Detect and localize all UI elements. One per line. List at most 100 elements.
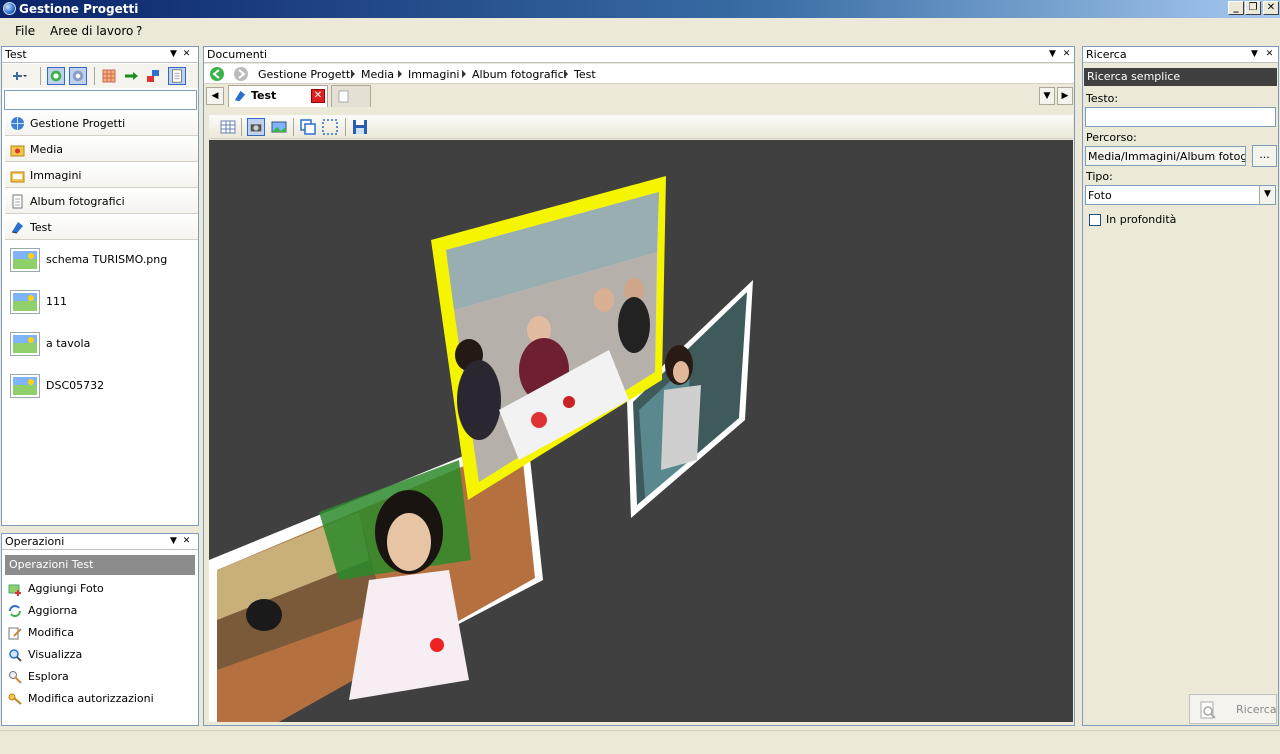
settings-gear-icon[interactable] [69,67,87,85]
panel-menu-icon[interactable]: ▼ [1047,49,1058,60]
nav-item-immagini[interactable]: Immagini [5,163,198,188]
breadcrumb-test[interactable]: Test [574,68,596,81]
panel-menu-icon[interactable]: ▼ [1249,49,1260,60]
breadcrumb-separator-icon [351,70,355,78]
navigator-panel-header: Test ▼ ✕ [2,47,198,63]
file-item[interactable]: schema TURISMO.png [10,248,190,276]
menu-workspaces[interactable]: Aree di lavoro [50,24,133,38]
grid-view-icon[interactable] [100,67,118,85]
move-right-icon[interactable] [122,67,140,85]
nav-item-label: Album fotografici [30,195,125,208]
minimize-button[interactable]: _ [1228,1,1244,15]
media-folder-icon [10,145,25,157]
search-button[interactable]: Ricerca [1189,694,1277,724]
panel-close-icon[interactable]: ✕ [181,536,192,547]
image-thumbnail-icon [10,248,40,272]
tools-dropdown-icon[interactable] [10,67,28,85]
refresh-icon [9,605,21,617]
op-modifica-autorizzazioni[interactable]: Modifica autorizzazioni [8,690,188,708]
chevron-down-icon[interactable]: ▼ [1259,186,1275,204]
breadcrumb-immagini[interactable]: Immagini [408,68,459,81]
image-thumbnail-icon [10,374,40,398]
add-photo-icon [8,584,21,596]
nav-item-label: Immagini [30,169,82,182]
op-label: Modifica [28,626,74,639]
op-label: Esplora [28,670,69,683]
breadcrumb-album-fotografici[interactable]: Album fotografici [472,68,567,81]
document-icon [12,194,23,209]
panel-menu-icon[interactable]: ▼ [168,536,179,547]
back-arrow-icon[interactable] [209,66,225,82]
tab-scroll-right-icon[interactable]: ▶ [1057,87,1073,105]
file-item-label: DSC05732 [46,379,105,392]
images-folder-icon [10,171,25,183]
panel-close-icon[interactable]: ✕ [181,49,192,60]
documents-panel: Documenti ▼ ✕ Gestione Progetti Media Im… [203,46,1075,726]
op-label: Aggiungi Foto [28,582,104,595]
file-item[interactable]: a tavola [10,332,190,360]
nav-item-test[interactable]: Test [5,215,198,240]
select-area-icon[interactable] [321,118,339,136]
type-select[interactable]: Foto [1085,185,1276,205]
nav-item-label: Test [30,221,52,234]
file-item-label: schema TURISMO.png [46,253,168,266]
refresh-green-icon[interactable] [47,67,65,85]
grid-view-icon[interactable] [219,118,237,136]
tab-scroll-left-icon[interactable]: ◀ [206,87,224,105]
search-text-input[interactable] [1085,107,1276,127]
close-button[interactable]: ✕ [1263,1,1279,15]
3d-gallery-icon[interactable] [247,118,265,136]
tab-list-dropdown-icon[interactable]: ▼ [1039,87,1055,105]
page-icon[interactable] [168,67,186,85]
nav-item-album-fotografici[interactable]: Album fotografici [5,189,198,214]
nav-item-gestione-progetti[interactable]: Gestione Progetti [5,111,198,136]
image-thumbnail-icon [10,290,40,314]
path-field-label: Percorso: [1086,131,1137,144]
globe-icon [11,117,24,130]
breadcrumb-gestione-progetti[interactable]: Gestione Progetti [258,68,353,81]
restore-button[interactable]: ❐ [1245,1,1261,15]
op-esplora[interactable]: Esplora [8,668,188,686]
operations-section-header: Operazioni Test [5,555,195,575]
search-panel-header: Ricerca ▼ ✕ [1083,47,1278,63]
documents-panel-title: Documenti [207,48,268,61]
op-visualizza[interactable]: Visualizza [8,646,188,664]
window-title-bar[interactable]: Gestione Progetti _ ❐ ✕ [0,0,1280,18]
cascade-windows-icon[interactable] [299,118,317,136]
status-bar [0,730,1280,754]
panel-close-icon[interactable]: ✕ [1061,49,1072,60]
panel-close-icon[interactable]: ✕ [1264,49,1275,60]
image-thumbnail-icon [10,332,40,356]
op-label: Aggiorna [28,604,78,617]
transfer-icon[interactable] [144,67,162,85]
navigator-search-input[interactable] [4,90,197,110]
explore-icon [9,671,22,684]
breadcrumb-media[interactable]: Media [361,68,394,81]
navigator-panel-title: Test [5,48,27,61]
image-view-icon[interactable] [270,118,288,136]
menu-help[interactable]: ? [136,24,142,38]
panel-menu-icon[interactable]: ▼ [168,49,179,60]
op-modifica[interactable]: Modifica [8,624,188,642]
globe-icon [3,2,16,15]
view-icon [9,649,22,662]
op-aggiorna[interactable]: Aggiorna [8,602,188,620]
photo-3d-viewer[interactable] [209,140,1073,722]
document-tab-strip: ◀ Test ✕ ▼ ▶ [204,85,1074,107]
tab-test[interactable]: Test ✕ [228,85,328,107]
file-item[interactable]: DSC05732 [10,374,190,402]
type-field-label: Tipo: [1086,170,1113,183]
save-icon[interactable] [351,118,369,136]
browse-path-button[interactable]: ... [1252,145,1277,167]
forward-arrow-icon[interactable] [233,66,249,82]
navigator-panel: Test ▼ ✕ Gestione Progetti Media Immagin… [1,46,199,526]
op-aggiungi-foto[interactable]: Aggiungi Foto [8,580,188,598]
deep-search-checkbox[interactable] [1089,214,1101,226]
close-tab-icon[interactable]: ✕ [311,89,325,103]
menu-file[interactable]: File [15,24,35,38]
nav-item-media[interactable]: Media [5,137,198,162]
file-item[interactable]: 111 [10,290,190,318]
tab-untitled[interactable] [331,85,371,107]
path-input[interactable]: Media/Immagini/Album fotografic [1085,146,1246,166]
operations-panel: Operazioni ▼ ✕ Operazioni Test Aggiungi … [1,533,199,726]
